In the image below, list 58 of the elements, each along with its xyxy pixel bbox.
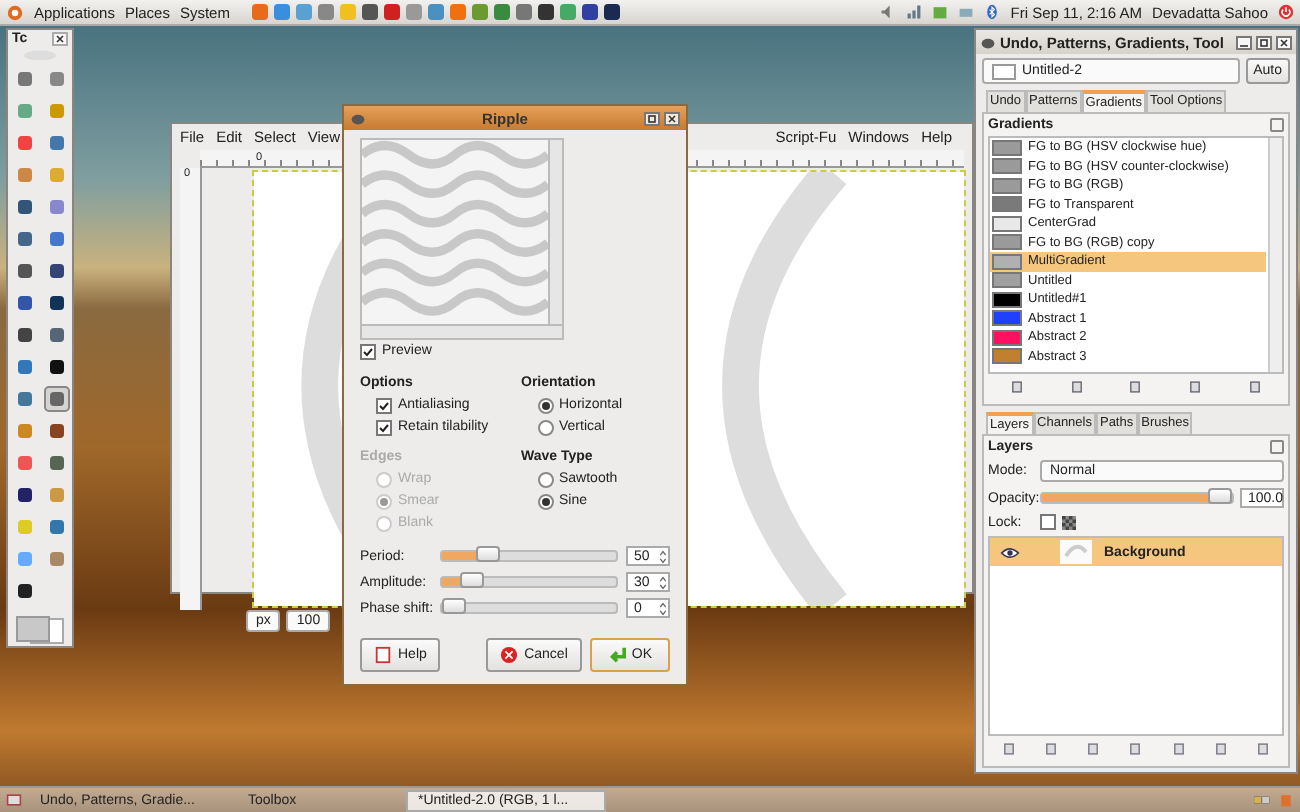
action-icon[interactable] — [1002, 742, 1017, 756]
panel-menu-button[interactable] — [1270, 440, 1284, 454]
spin-arrows-icon[interactable] — [658, 547, 668, 565]
signal-icon[interactable] — [906, 4, 923, 20]
checkbox[interactable] — [376, 397, 392, 413]
slider[interactable] — [440, 550, 618, 562]
action-icon[interactable] — [1171, 742, 1186, 756]
bluetooth-icon[interactable] — [984, 4, 1001, 20]
action-icon[interactable] — [1044, 742, 1059, 756]
battery-icon[interactable] — [932, 4, 949, 20]
action-icon[interactable] — [1255, 742, 1270, 756]
scrollbar[interactable] — [548, 140, 562, 324]
action-icon[interactable] — [1128, 380, 1143, 394]
wilber-icon — [980, 34, 996, 50]
maximize-icon[interactable] — [1256, 35, 1272, 49]
return-arrow-icon — [607, 646, 626, 664]
power-icon[interactable] — [1278, 4, 1294, 20]
radio-button[interactable] — [537, 397, 553, 413]
cancel-icon — [500, 646, 519, 664]
page-icon — [374, 646, 392, 664]
close-icon[interactable] — [52, 32, 68, 46]
scrollbar[interactable] — [1268, 138, 1282, 372]
slider[interactable] — [440, 576, 618, 588]
action-icon[interactable] — [1247, 380, 1262, 394]
slider[interactable] — [440, 602, 618, 614]
action-icon[interactable] — [1213, 742, 1228, 756]
checkbox[interactable] — [1040, 514, 1056, 530]
action-icon[interactable] — [1010, 380, 1025, 394]
close-icon[interactable] — [1276, 35, 1292, 49]
radio-button[interactable] — [537, 493, 553, 509]
panel-menu-button[interactable] — [1270, 118, 1284, 132]
close-icon[interactable] — [664, 111, 680, 125]
workspace-switcher-icon[interactable] — [1254, 792, 1270, 808]
folder-icon[interactable] — [958, 4, 975, 20]
checkbox[interactable] — [360, 343, 376, 359]
maximize-icon[interactable] — [644, 111, 660, 125]
opacity-slider[interactable] — [1040, 492, 1234, 504]
slider-handle[interactable] — [442, 598, 466, 614]
spin-arrows-icon[interactable] — [658, 599, 668, 617]
wilber-icon — [350, 110, 366, 126]
foot-logo-icon[interactable] — [6, 3, 24, 21]
checkbox[interactable] — [376, 419, 392, 435]
action-icon[interactable] — [1086, 742, 1101, 756]
scrollbar[interactable] — [360, 326, 564, 340]
minimize-icon[interactable] — [1236, 35, 1252, 49]
slider-handle[interactable] — [475, 546, 499, 562]
show-desktop-icon[interactable] — [6, 792, 22, 808]
radio-button[interactable] — [537, 471, 553, 487]
eye-icon[interactable] — [1000, 545, 1020, 559]
slider-handle[interactable] — [460, 572, 484, 588]
action-icon[interactable] — [1188, 380, 1203, 394]
color-swatches-drawing[interactable] — [16, 616, 64, 644]
action-icon[interactable] — [1069, 380, 1084, 394]
checker-icon[interactable] — [1062, 515, 1076, 529]
spin-arrows-icon[interactable] — [658, 573, 668, 591]
radio-button[interactable] — [537, 419, 553, 435]
action-icon[interactable] — [1128, 742, 1143, 756]
slider-handle[interactable] — [1208, 488, 1232, 504]
